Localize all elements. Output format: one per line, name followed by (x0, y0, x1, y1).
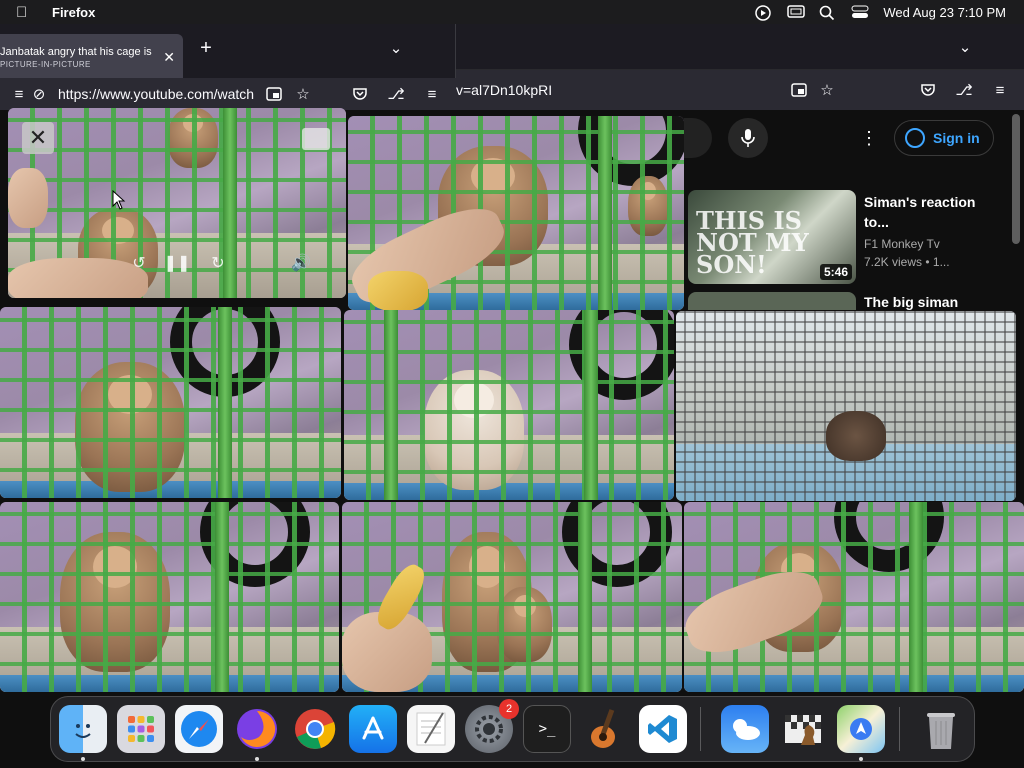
notification-badge: 2 (499, 699, 519, 719)
system-settings-icon[interactable]: 2 (465, 699, 519, 753)
main-url-bar[interactable]: v=al7Dn10kpRI ☆ ⎇ ≡ (456, 70, 1024, 110)
permissions-icon[interactable]: ≡ (8, 83, 30, 105)
weather-icon[interactable] (721, 705, 769, 753)
search-button[interactable] (684, 118, 712, 158)
pocket-icon[interactable] (917, 79, 939, 101)
dock-separator (899, 707, 900, 751)
running-indicator (255, 757, 259, 761)
tracking-protection-icon[interactable]: ⊘ (28, 83, 50, 105)
main-tab-bar: ⌄ (456, 24, 1024, 70)
extensions-icon[interactable]: ⎇ (953, 79, 975, 101)
recommended-video-title[interactable]: Siman's reaction to... (864, 192, 1004, 232)
vscode-icon[interactable] (639, 705, 687, 753)
pip-toggle-icon[interactable] (263, 83, 285, 105)
video-frame (344, 310, 674, 500)
video-frame (684, 502, 1024, 692)
menu-bar:  Firefox Wed Aug 23 7:10 PM (0, 0, 1024, 24)
tab-subtitle: PICTURE-IN-PICTURE (0, 60, 91, 69)
user-icon (905, 128, 925, 148)
app-menu-name[interactable]: Firefox (52, 5, 95, 20)
trash-icon[interactable] (917, 705, 965, 753)
video-frame (342, 502, 682, 692)
microphone-icon (741, 129, 755, 147)
play-status-icon[interactable] (755, 5, 773, 21)
extensions-icon[interactable]: ⎇ (385, 83, 407, 105)
small-url-text[interactable]: https://www.youtube.com/watch (58, 86, 258, 102)
page-scrollbar[interactable] (1012, 114, 1020, 244)
main-url-text[interactable]: v=al7Dn10kpRI (456, 82, 552, 98)
youtube-sidebar: ⋮ Sign in THIS IS NOT MY SON! 5:46 Siman… (684, 110, 1024, 310)
pause-icon[interactable]: ❚❚ (164, 252, 191, 274)
menubar-clock[interactable]: Wed Aug 23 7:10 PM (883, 5, 1006, 20)
apple-menu-icon[interactable]:  (16, 4, 38, 21)
recommended-video-title[interactable]: The big siman (864, 294, 958, 310)
garageband-icon[interactable] (581, 705, 629, 753)
pip-browser-window: Janbatak angry that his cage is PICTURE-… (0, 24, 456, 110)
volume-icon[interactable]: 🔊 (290, 252, 312, 274)
tab-close-icon[interactable]: ✕ (163, 49, 175, 66)
running-indicator (859, 757, 863, 761)
safari-icon[interactable] (175, 705, 223, 753)
video-frame (348, 116, 684, 310)
pip-toggle-icon[interactable] (788, 79, 810, 101)
video-frame (676, 311, 1016, 501)
list-all-tabs-icon[interactable]: ⌄ (954, 36, 976, 58)
bookmark-star-icon[interactable]: ☆ (816, 79, 838, 101)
launchpad-icon[interactable] (117, 705, 165, 753)
screen-mirroring-icon[interactable] (787, 5, 806, 19)
list-all-tabs-icon[interactable]: ⌄ (385, 37, 407, 59)
bookmark-star-icon[interactable]: ☆ (292, 83, 314, 105)
terminal-icon[interactable]: >_ (523, 705, 571, 753)
close-icon: ✕ (28, 125, 48, 150)
recommended-video-channel[interactable]: F1 Monkey Tv (864, 237, 940, 251)
mouse-cursor-icon (112, 190, 126, 210)
tab-title: Janbatak angry that his cage is (0, 46, 152, 58)
pocket-icon[interactable] (349, 83, 371, 105)
sign-in-label: Sign in (933, 130, 980, 146)
control-center-icon[interactable] (851, 5, 869, 19)
new-tab-icon[interactable]: + (195, 37, 217, 59)
maps-icon[interactable] (837, 705, 885, 753)
app-menu-icon[interactable]: ≡ (989, 79, 1011, 101)
app-menu-icon[interactable]: ≡ (421, 83, 443, 105)
chess-icon[interactable] (779, 705, 827, 753)
firefox-icon[interactable] (233, 705, 281, 753)
textedit-icon[interactable] (407, 705, 455, 753)
video-frame (0, 307, 341, 498)
video-duration: 5:46 (819, 264, 852, 280)
running-indicator (81, 757, 85, 761)
forward-icon[interactable]: ↻ (207, 252, 229, 274)
spotlight-search-icon[interactable] (819, 5, 837, 21)
recommended-video-thumbnail[interactable] (688, 292, 856, 310)
voice-search-button[interactable] (728, 118, 768, 158)
pip-return-to-tab-button[interactable] (302, 128, 330, 150)
more-options-icon[interactable]: ⋮ (860, 128, 878, 149)
recommended-video-meta: 7.2K views • 1... (864, 255, 950, 269)
dock: 2 >_ (50, 696, 975, 762)
chrome-icon[interactable] (291, 705, 339, 753)
sign-in-button[interactable]: Sign in (894, 120, 994, 156)
rewind-icon[interactable]: ↺ (128, 252, 150, 274)
video-frame (0, 502, 339, 692)
dock-separator (700, 707, 701, 751)
app-store-icon[interactable] (349, 705, 397, 753)
small-url-bar[interactable]: ≡ ⊘ https://www.youtube.com/watch ☆ ⎇ ≡ (0, 78, 456, 110)
pip-close-button[interactable]: ✕ (22, 122, 54, 154)
recommended-video-thumbnail[interactable]: THIS IS NOT MY SON! 5:46 (688, 190, 856, 284)
finder-icon[interactable] (59, 705, 107, 753)
